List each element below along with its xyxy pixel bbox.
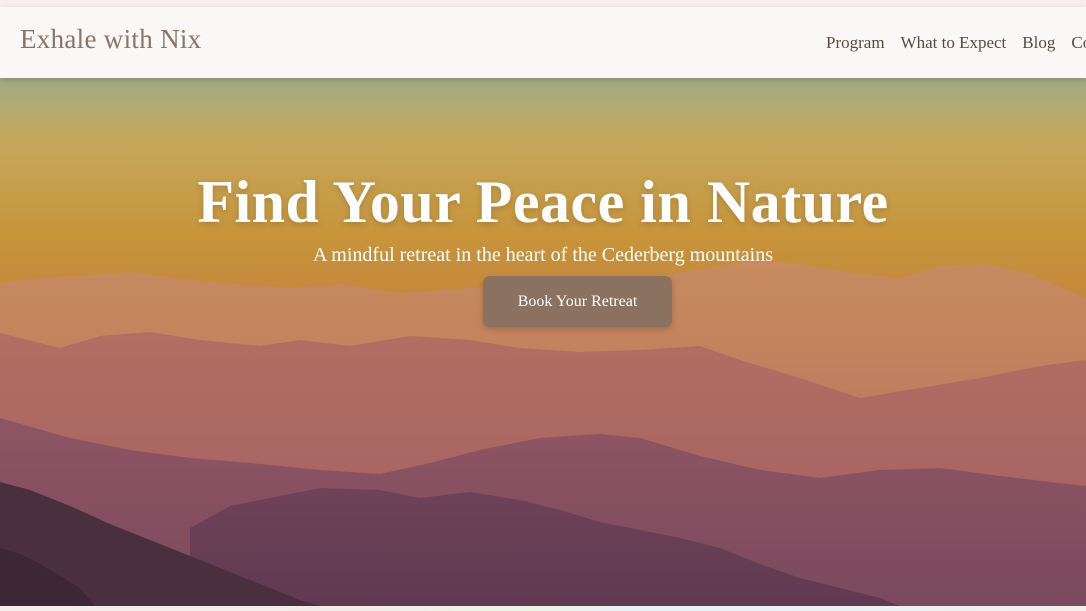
- main-nav: Program What to Expect Blog Co: [826, 33, 1086, 53]
- site-header: Exhale with Nix Program What to Expect B…: [0, 7, 1086, 78]
- book-retreat-button[interactable]: Book Your Retreat: [483, 276, 672, 327]
- nav-link-what-to-expect[interactable]: What to Expect: [901, 33, 1007, 53]
- nav-link-contact[interactable]: Co: [1071, 33, 1086, 53]
- brand-logo-link[interactable]: Exhale with Nix: [20, 24, 201, 55]
- hero-section: Find Your Peace in Nature A mindful retr…: [0, 78, 1086, 606]
- nav-link-program[interactable]: Program: [826, 33, 885, 53]
- nav-link-blog[interactable]: Blog: [1022, 33, 1055, 53]
- hero-subtitle: A mindful retreat in the heart of the Ce…: [312, 244, 774, 266]
- bottom-strip: [0, 606, 1086, 611]
- hero-background-mountains: [0, 78, 1086, 606]
- hero-title: Find Your Peace in Nature: [197, 169, 889, 236]
